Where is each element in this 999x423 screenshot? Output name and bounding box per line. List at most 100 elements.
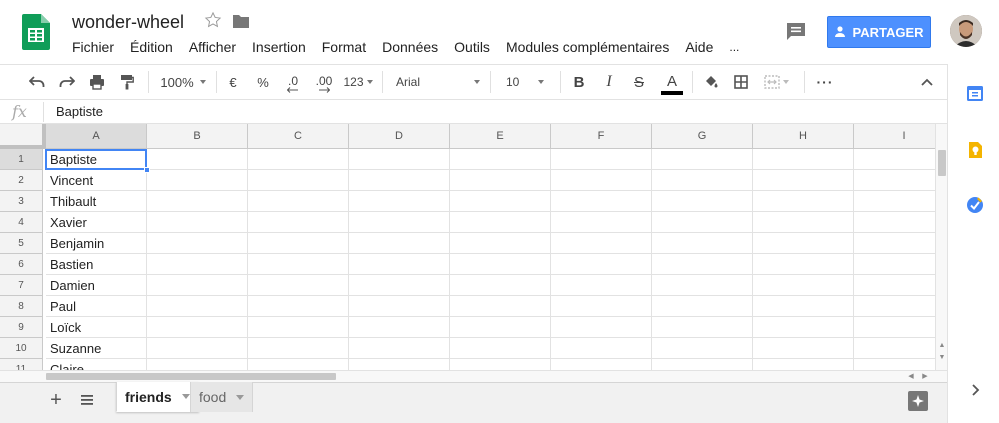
cell-i7[interactable] [854, 275, 935, 296]
font-size-select[interactable]: 10 [496, 65, 554, 99]
cell-b3[interactable] [147, 191, 248, 212]
cell-c10[interactable] [248, 338, 349, 359]
cell-i2[interactable] [854, 170, 935, 191]
cell-a7[interactable]: Damien [46, 275, 147, 296]
cell-e8[interactable] [450, 296, 551, 317]
cell-e9[interactable] [450, 317, 551, 338]
cell-e6[interactable] [450, 254, 551, 275]
cell-d8[interactable] [349, 296, 450, 317]
font-family-select[interactable]: Arial [390, 65, 486, 99]
redo-button[interactable] [56, 65, 78, 99]
column-header-f[interactable]: F [551, 124, 652, 149]
column-header-g[interactable]: G [652, 124, 753, 149]
column-header-h[interactable]: H [753, 124, 854, 149]
cell-b4[interactable] [147, 212, 248, 233]
cell-i8[interactable] [854, 296, 935, 317]
row-header[interactable]: 2 [0, 170, 43, 191]
menu-format[interactable]: Format [314, 38, 374, 58]
cell-b11[interactable] [147, 359, 248, 370]
calendar-icon[interactable] [966, 84, 984, 102]
cell-i5[interactable] [854, 233, 935, 254]
cell-i9[interactable] [854, 317, 935, 338]
scroll-down-icon[interactable]: ▼ [938, 354, 946, 362]
cell-i11[interactable] [854, 359, 935, 370]
cell-f6[interactable] [551, 254, 652, 275]
sheet-tab-friends[interactable]: friends [116, 382, 199, 412]
cell-a6[interactable]: Bastien [46, 254, 147, 275]
avatar[interactable] [950, 15, 982, 47]
print-button[interactable] [86, 65, 108, 99]
undo-button[interactable] [26, 65, 48, 99]
cell-d7[interactable] [349, 275, 450, 296]
cell-b10[interactable] [147, 338, 248, 359]
cell-e1[interactable] [450, 149, 551, 170]
scroll-right-icon[interactable]: ▶ [920, 372, 930, 381]
percent-format-button[interactable]: % [252, 65, 274, 99]
cell-b6[interactable] [147, 254, 248, 275]
cell-b9[interactable] [147, 317, 248, 338]
menu-more[interactable]: ... [721, 38, 747, 58]
cell-c5[interactable] [248, 233, 349, 254]
cell-f9[interactable] [551, 317, 652, 338]
cell-h9[interactable] [753, 317, 854, 338]
increase-decimals-button[interactable]: .00 [310, 65, 338, 99]
cell-c11[interactable] [248, 359, 349, 370]
cell-a3[interactable]: Thibault [46, 191, 147, 212]
row-header[interactable]: 4 [0, 212, 43, 233]
cell-d3[interactable] [349, 191, 450, 212]
share-button[interactable]: PARTAGER [827, 16, 931, 48]
cell-g1[interactable] [652, 149, 753, 170]
menu-insert[interactable]: Insertion [244, 38, 314, 58]
bold-button[interactable]: B [568, 65, 590, 99]
spreadsheet-grid[interactable]: A B C D E F G H I 1 Baptiste 2 Vincent 3 Thibault 4 Xavi… [0, 124, 935, 370]
horizontal-scroll-thumb[interactable] [46, 373, 336, 380]
cell-d10[interactable] [349, 338, 450, 359]
column-header-a[interactable]: A [46, 124, 147, 149]
cell-e10[interactable] [450, 338, 551, 359]
cell-h5[interactable] [753, 233, 854, 254]
cell-b2[interactable] [147, 170, 248, 191]
cell-i6[interactable] [854, 254, 935, 275]
text-color-button[interactable]: A [660, 65, 684, 99]
menu-addons[interactable]: Modules complémentaires [498, 38, 677, 58]
horizontal-scrollbar[interactable]: ◀ ▶ [0, 370, 947, 382]
merge-cells-button[interactable] [760, 65, 792, 99]
cell-f10[interactable] [551, 338, 652, 359]
cell-d11[interactable] [349, 359, 450, 370]
collapse-menus-button[interactable] [916, 65, 938, 99]
cell-i3[interactable] [854, 191, 935, 212]
vertical-scrollbar[interactable]: ▲ ▼ [935, 124, 947, 370]
cell-a10[interactable]: Suzanne [46, 338, 147, 359]
cell-i10[interactable] [854, 338, 935, 359]
cell-g11[interactable] [652, 359, 753, 370]
menu-view[interactable]: Afficher [181, 38, 244, 58]
cell-h4[interactable] [753, 212, 854, 233]
currency-format-button[interactable]: € [222, 65, 244, 99]
menu-data[interactable]: Données [374, 38, 446, 58]
fill-color-button[interactable] [700, 65, 722, 99]
document-title[interactable]: wonder-wheel [72, 11, 184, 33]
cell-g8[interactable] [652, 296, 753, 317]
cell-h11[interactable] [753, 359, 854, 370]
chevron-down-icon[interactable] [236, 394, 245, 400]
number-format-select[interactable]: 123 [340, 65, 376, 99]
cell-d9[interactable] [349, 317, 450, 338]
row-header[interactable]: 3 [0, 191, 43, 212]
cell-i1[interactable] [854, 149, 935, 170]
cell-h3[interactable] [753, 191, 854, 212]
row-header[interactable]: 10 [0, 338, 43, 359]
chevron-down-icon[interactable] [181, 394, 190, 399]
cell-h1[interactable] [753, 149, 854, 170]
sheet-tab-food[interactable]: food [190, 382, 254, 412]
cell-h7[interactable] [753, 275, 854, 296]
cell-e4[interactable] [450, 212, 551, 233]
cell-c8[interactable] [248, 296, 349, 317]
cell-g7[interactable] [652, 275, 753, 296]
vertical-scroll-thumb[interactable] [938, 150, 946, 176]
strikethrough-button[interactable]: S [628, 65, 650, 99]
cell-f7[interactable] [551, 275, 652, 296]
row-header[interactable]: 11 [0, 359, 43, 370]
cell-b7[interactable] [147, 275, 248, 296]
menu-edit[interactable]: Édition [122, 38, 181, 58]
cell-e5[interactable] [450, 233, 551, 254]
